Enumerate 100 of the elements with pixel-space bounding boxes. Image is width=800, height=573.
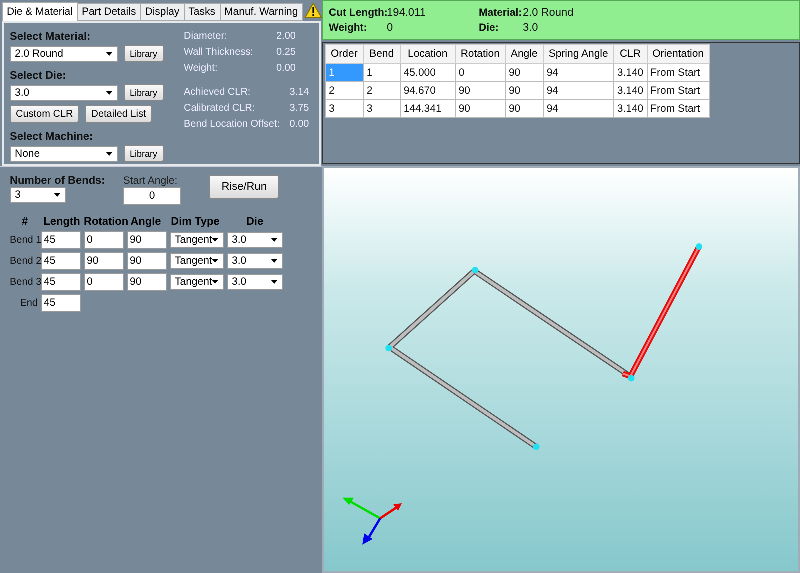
column-header: Angle <box>130 216 162 228</box>
column-header: Dim Type <box>170 216 221 228</box>
angle-field[interactable]: 90 <box>127 231 167 249</box>
tab[interactable]: Display <box>140 3 185 21</box>
summary-label: Cut Length: <box>329 6 387 18</box>
library-button[interactable]: Library <box>124 145 164 162</box>
dropdown[interactable]: Tangent <box>170 232 224 248</box>
field-label: Select Material: <box>10 31 92 43</box>
property-label: Diameter: <box>184 31 228 42</box>
caret-icon <box>271 259 278 263</box>
property-label: Bend Location Offset: <box>184 119 281 130</box>
table-cell[interactable]: 3.140 <box>614 100 648 118</box>
field-label: Start Angle: <box>123 175 179 187</box>
column-header[interactable]: Angle <box>505 44 544 64</box>
property-label: Achieved CLR: <box>184 87 252 98</box>
property-label: Calibrated CLR: <box>184 103 256 114</box>
property-label: Wall Thickness: <box>184 47 254 58</box>
table-cell[interactable]: 0 <box>455 64 506 82</box>
library-button[interactable]: Library <box>124 45 164 62</box>
action-button[interactable]: Detailed List <box>85 105 152 123</box>
table-cell[interactable]: 94 <box>543 100 614 118</box>
tab[interactable]: Tasks <box>184 3 221 21</box>
table-cell[interactable]: 94 <box>543 82 614 100</box>
rotation-field[interactable]: 90 <box>84 252 124 270</box>
tab[interactable]: Die & Material <box>2 2 78 21</box>
tab[interactable]: Manuf. Warning <box>220 3 304 21</box>
dropdown[interactable]: 3.0 <box>227 232 283 248</box>
column-header: # <box>20 216 30 228</box>
column-header[interactable]: CLR <box>614 44 648 64</box>
length-field[interactable]: 45 <box>41 273 81 291</box>
row-label: End <box>19 298 38 308</box>
property-value: 3.14 <box>290 87 310 98</box>
length-field[interactable]: 45 <box>41 252 81 270</box>
column-header[interactable]: Order <box>326 44 364 64</box>
table-cell[interactable]: 144.341 <box>400 100 456 118</box>
table-cell[interactable]: 2 <box>326 82 364 100</box>
tab[interactable]: Part Details <box>76 3 142 21</box>
table-cell[interactable]: 3.140 <box>614 82 648 100</box>
summary-value: 3.0 <box>523 22 540 34</box>
action-button[interactable]: Custom CLR <box>10 105 80 123</box>
column-header: Length <box>42 216 82 228</box>
table-cell[interactable]: 90 <box>455 82 506 100</box>
property-label: Weight: <box>184 63 219 74</box>
length-field[interactable]: 45 <box>41 294 81 312</box>
table-cell[interactable]: 1 <box>363 64 400 82</box>
dropdown[interactable]: 3.0 <box>10 84 118 100</box>
dropdown[interactable]: 2.0 Round <box>10 46 118 62</box>
table-cell[interactable]: From Start <box>647 82 710 100</box>
start-angle-field[interactable]: 0 <box>123 187 182 205</box>
caret-icon <box>212 280 219 284</box>
summary-value: 194.011 <box>387 6 427 18</box>
property-value: 3.75 <box>290 103 310 114</box>
length-field[interactable]: 45 <box>41 231 81 249</box>
column-header[interactable]: Bend <box>363 44 400 64</box>
table-cell[interactable]: 90 <box>455 100 506 118</box>
caret-icon <box>212 259 219 263</box>
dropdown[interactable]: None <box>10 146 118 162</box>
caret-icon <box>106 90 113 94</box>
summary-value: 0 <box>387 22 394 34</box>
summary-value: 2.0 Round <box>523 6 575 18</box>
table-cell[interactable]: 90 <box>505 100 544 118</box>
dropdown[interactable]: Tangent <box>170 253 224 269</box>
dropdown[interactable]: Tangent <box>170 274 224 290</box>
summary-label: Die: <box>479 22 500 34</box>
field-label: Number of Bends: <box>10 175 106 187</box>
warning-icon[interactable] <box>305 3 322 18</box>
table-cell[interactable]: 3 <box>363 100 400 118</box>
table-cell[interactable]: 2 <box>363 82 400 100</box>
caret-icon <box>106 152 113 156</box>
table-cell[interactable]: From Start <box>647 64 710 82</box>
table-cell[interactable]: 3 <box>326 100 364 118</box>
caret-icon <box>271 238 278 242</box>
summary-label: Weight: <box>329 22 368 34</box>
caret-icon <box>271 280 278 284</box>
library-button[interactable]: Library <box>124 84 164 101</box>
table-cell[interactable]: From Start <box>647 100 710 118</box>
angle-field[interactable]: 90 <box>127 252 167 270</box>
table-cell[interactable]: 94 <box>543 64 614 82</box>
table-cell[interactable]: 90 <box>505 82 544 100</box>
rotation-field[interactable]: 0 <box>84 273 124 291</box>
table-cell[interactable]: 45.000 <box>400 64 456 82</box>
property-value: 0.00 <box>276 63 297 74</box>
caret-icon <box>106 52 113 56</box>
caret-icon <box>212 238 219 242</box>
column-header[interactable]: Orientation <box>647 44 710 64</box>
dropdown[interactable]: 3 <box>10 187 66 203</box>
column-header[interactable]: Location <box>400 44 456 64</box>
dropdown[interactable]: 3.0 <box>227 253 283 269</box>
column-header[interactable]: Spring Angle <box>543 44 614 64</box>
rise-run-button[interactable]: Rise/Run <box>209 175 280 199</box>
rotation-field[interactable]: 0 <box>84 231 124 249</box>
field-label: Select Die: <box>10 70 68 82</box>
table-cell[interactable]: 94.670 <box>400 82 456 100</box>
table-cell[interactable]: 90 <box>505 64 544 82</box>
column-header[interactable]: Rotation <box>455 44 506 64</box>
dropdown[interactable]: 3.0 <box>227 274 283 290</box>
angle-field[interactable]: 90 <box>127 273 167 291</box>
property-value: 0.00 <box>290 119 310 130</box>
column-header: Die <box>245 216 265 228</box>
table-cell[interactable]: 3.140 <box>614 64 648 82</box>
